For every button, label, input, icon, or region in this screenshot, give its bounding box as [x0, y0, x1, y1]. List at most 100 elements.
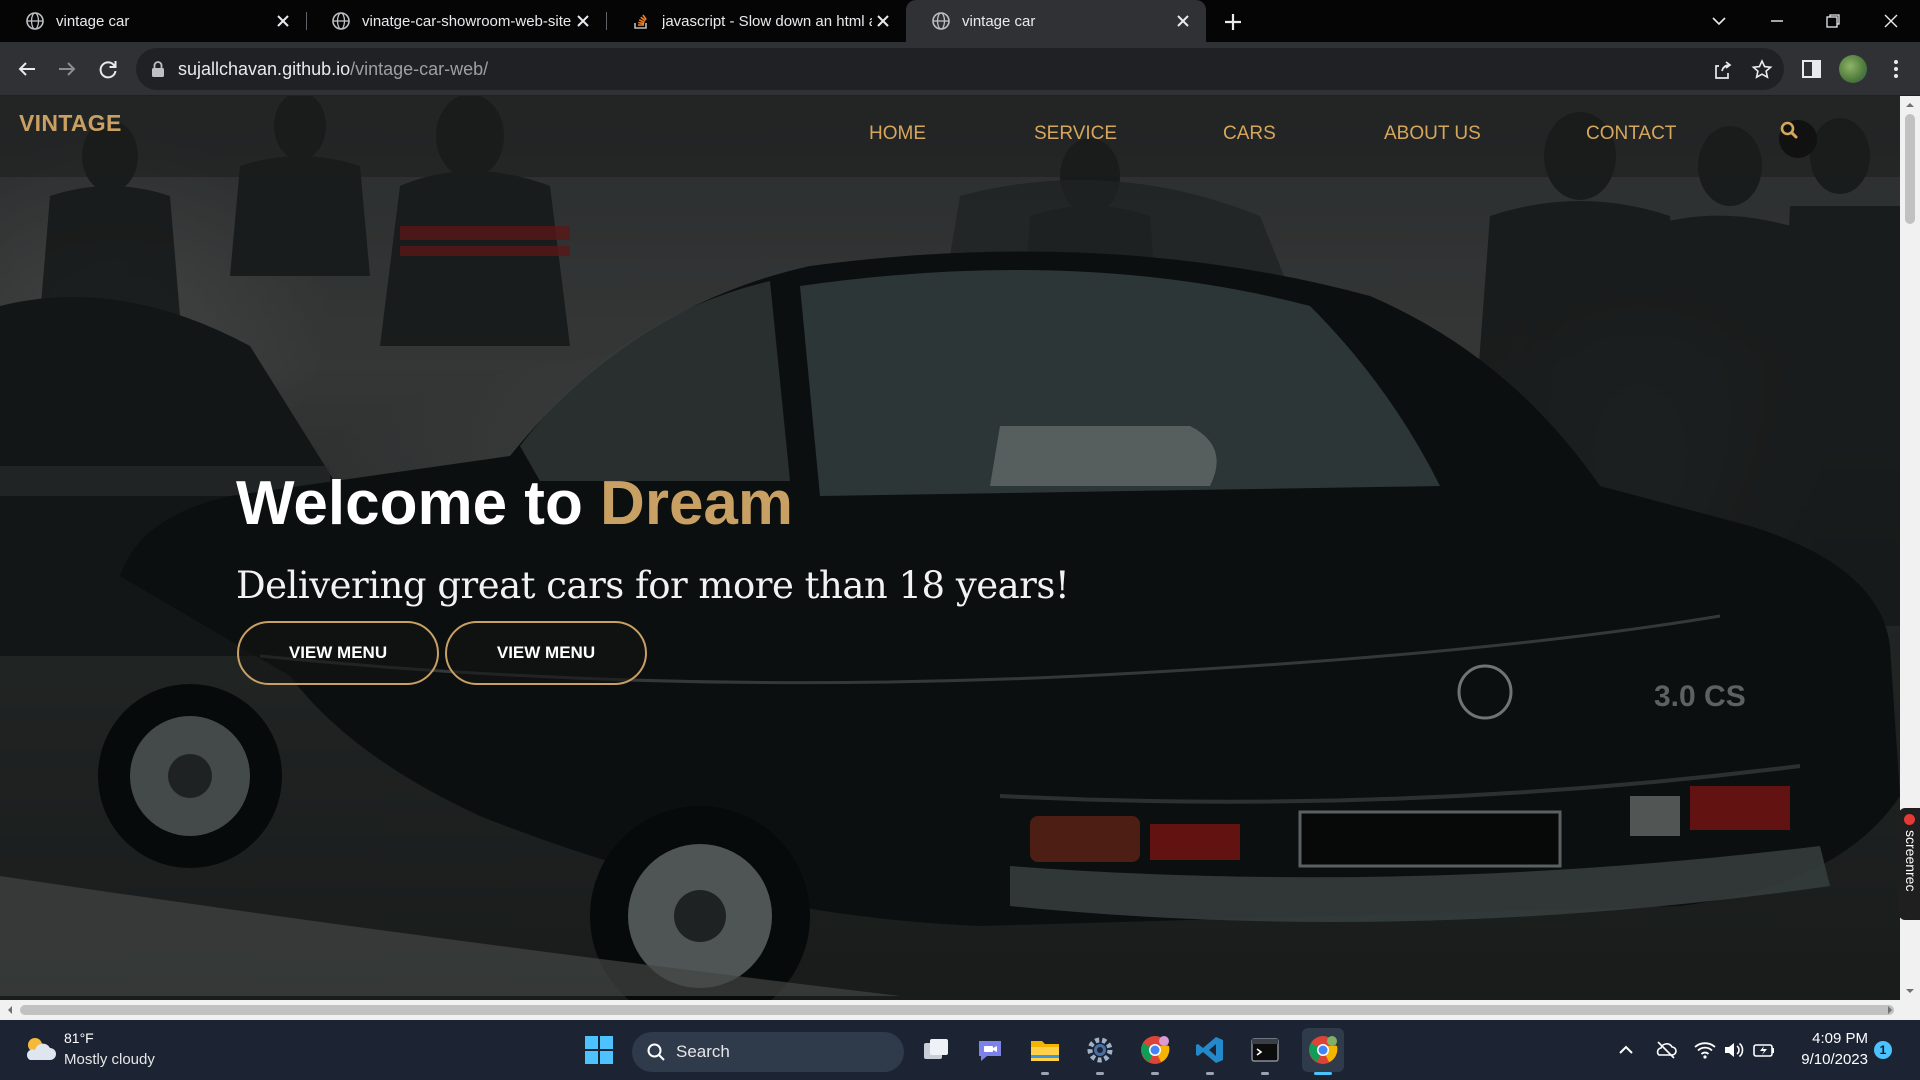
task-view-button[interactable]	[918, 1032, 954, 1068]
tab-search-chevron-icon[interactable]	[1706, 8, 1732, 34]
hero-section: 3.0 CS VINTAGE HOME SERVICE CARS ABOUT U…	[0, 96, 1900, 1000]
file-explorer-icon	[1031, 1041, 1059, 1061]
url-text: sujallchavan.github.io/vintage-car-web/	[178, 59, 488, 80]
volume-icon[interactable]	[1722, 1038, 1746, 1062]
running-indicator	[1206, 1072, 1214, 1075]
tab-2[interactable]: vinatge-car-showroom-web-site	[306, 0, 606, 42]
nav-link-service[interactable]: SERVICE	[1034, 123, 1117, 145]
windows-start-button[interactable]	[581, 1032, 617, 1068]
task-view-icon	[924, 1039, 948, 1059]
site-logo[interactable]: VINTAGE	[19, 110, 122, 137]
chrome-profile-button[interactable]	[1137, 1032, 1173, 1068]
terminal-icon	[1251, 1038, 1279, 1062]
clock-time[interactable]: 4:09 PM	[1806, 1030, 1868, 1047]
view-menu-button-1[interactable]: VIEW MENU	[237, 621, 439, 685]
hero-title-accent: Dream	[600, 469, 794, 538]
vscode-icon	[1196, 1037, 1223, 1063]
scroll-left-arrow-icon[interactable]	[5, 1005, 15, 1015]
onedrive-offline-icon[interactable]	[1654, 1038, 1678, 1062]
close-tab-icon[interactable]	[272, 10, 294, 32]
record-dot-icon	[1904, 814, 1915, 825]
hero-title: Welcome to Dream	[236, 468, 793, 539]
running-indicator	[1261, 1072, 1269, 1075]
url-path: /vintage-car-web/	[350, 59, 489, 79]
close-tab-icon[interactable]	[872, 10, 894, 32]
close-tab-icon[interactable]	[572, 10, 594, 32]
close-window-icon[interactable]	[1878, 8, 1904, 34]
nav-link-contact[interactable]: CONTACT	[1586, 123, 1676, 145]
taskbar-search-box[interactable]: Search	[632, 1032, 904, 1072]
url-host: sujallchavan.github.io	[178, 59, 351, 79]
chrome-icon	[1141, 1036, 1170, 1064]
clock-date[interactable]: 9/10/2023	[1792, 1051, 1868, 1068]
vertical-scrollbar-thumb[interactable]	[1905, 114, 1915, 224]
chrome-icon	[1309, 1036, 1338, 1064]
address-bar[interactable]: sujallchavan.github.io/vintage-car-web/	[136, 48, 1784, 90]
nav-link-about-us[interactable]: ABOUT US	[1384, 123, 1481, 145]
horizontal-scrollbar[interactable]	[0, 1000, 1920, 1020]
running-indicator	[1151, 1072, 1159, 1075]
page-viewport: 3.0 CS VINTAGE HOME SERVICE CARS ABOUT U…	[0, 96, 1900, 1000]
view-menu-button-2[interactable]: VIEW MENU	[445, 621, 647, 685]
tab-title: vintage car	[962, 12, 1036, 30]
vscode-button[interactable]	[1192, 1032, 1228, 1068]
teams-chat-button[interactable]	[972, 1032, 1008, 1068]
settings-button[interactable]	[1082, 1032, 1118, 1068]
more-menu-icon[interactable]	[1882, 55, 1910, 83]
windows-start-icon	[585, 1036, 613, 1064]
profile-avatar[interactable]	[1839, 55, 1867, 83]
battery-charging-icon[interactable]	[1752, 1038, 1776, 1062]
cloudy-weather-icon[interactable]	[22, 1034, 56, 1064]
windows-taskbar: 81°F Mostly cloudy Search 4:09 PM 9/10/2…	[0, 1020, 1920, 1080]
globe-icon	[932, 12, 950, 30]
file-explorer-button[interactable]	[1027, 1032, 1063, 1068]
weather-description[interactable]: Mostly cloudy	[64, 1051, 155, 1068]
chevron-up-icon[interactable]	[1614, 1038, 1638, 1062]
horizontal-scrollbar-thumb[interactable]	[20, 1005, 1894, 1015]
hero-dark-overlay	[0, 96, 1900, 1000]
nav-link-home[interactable]: HOME	[869, 123, 926, 145]
scroll-down-arrow-icon[interactable]	[1905, 986, 1915, 996]
running-indicator	[1041, 1072, 1049, 1075]
tab-strip: vintage car vinatge-car-showroom-web-sit…	[0, 0, 1920, 42]
bookmark-star-icon[interactable]	[1750, 58, 1774, 82]
tab-title: vintage car	[56, 12, 130, 30]
chrome-active-button[interactable]	[1302, 1028, 1344, 1072]
forward-arrow-icon[interactable]	[53, 55, 81, 83]
new-tab-icon[interactable]	[1220, 9, 1246, 35]
scroll-right-arrow-icon[interactable]	[1885, 1005, 1895, 1015]
globe-icon	[332, 12, 350, 30]
notification-badge[interactable]: 1	[1874, 1041, 1892, 1059]
active-running-indicator	[1314, 1072, 1332, 1075]
wifi-icon[interactable]	[1693, 1038, 1717, 1062]
terminal-button[interactable]	[1247, 1032, 1283, 1068]
tab-3[interactable]: javascript - Slow down an html ar	[606, 0, 906, 42]
search-icon	[1780, 121, 1798, 139]
site-navbar: VINTAGE HOME SERVICE CARS ABOUT US CONTA…	[0, 96, 1900, 177]
screenrec-badge[interactable]: screenrec	[1899, 808, 1920, 920]
globe-icon	[26, 12, 44, 30]
scroll-up-arrow-icon[interactable]	[1905, 100, 1915, 110]
stackoverflow-icon	[634, 14, 647, 29]
share-icon[interactable]	[1710, 58, 1734, 82]
tab-4-active[interactable]: vintage car	[906, 0, 1206, 42]
restore-icon[interactable]	[1820, 8, 1846, 34]
lock-icon[interactable]	[150, 60, 166, 78]
site-search-button[interactable]	[1779, 120, 1817, 158]
screenrec-label: screenrec	[1903, 830, 1919, 892]
close-tab-icon[interactable]	[1172, 10, 1194, 32]
nav-link-cars[interactable]: CARS	[1223, 123, 1276, 145]
back-arrow-icon[interactable]	[13, 55, 41, 83]
reload-icon[interactable]	[94, 55, 122, 83]
minimize-icon[interactable]	[1764, 8, 1790, 34]
search-icon	[647, 1043, 665, 1061]
tab-title: vinatge-car-showroom-web-site	[362, 12, 572, 30]
teams-chat-icon	[979, 1041, 1001, 1061]
side-panel-icon[interactable]	[1798, 55, 1826, 83]
weather-temperature[interactable]: 81°F	[64, 1030, 94, 1046]
hero-subtitle: Delivering great cars for more than 18 y…	[236, 564, 1070, 607]
browser-toolbar: sujallchavan.github.io/vintage-car-web/	[0, 42, 1920, 96]
running-indicator	[1096, 1072, 1104, 1075]
settings-icon	[1087, 1037, 1113, 1063]
tab-1[interactable]: vintage car	[0, 0, 306, 42]
